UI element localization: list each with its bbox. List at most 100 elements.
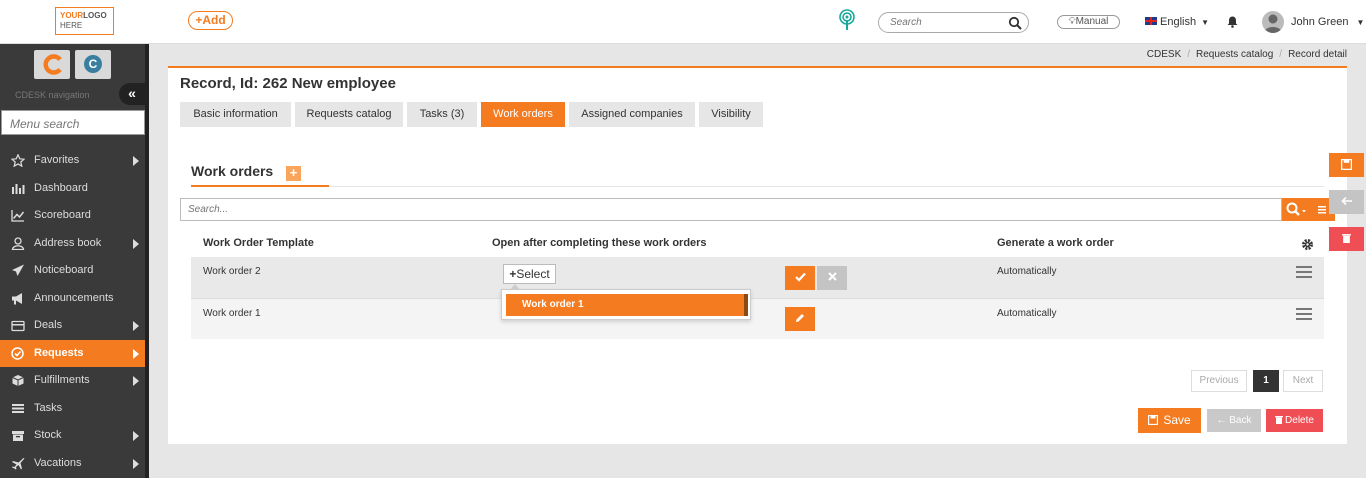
star-icon (10, 153, 26, 168)
bullhorn-icon (11, 292, 25, 305)
check-icon (794, 272, 806, 282)
menu-search-field[interactable] (1, 110, 145, 135)
section-divider (191, 186, 1324, 187)
work-order-template-cell: Work order 1 (203, 308, 261, 319)
trash-icon (1342, 234, 1351, 243)
select-work-orders-button[interactable]: +Select (503, 264, 556, 284)
chevron-right-icon (133, 156, 139, 166)
language-selector[interactable]: English ▼ (1145, 16, 1209, 28)
delete-button[interactable]: Delete (1266, 409, 1323, 432)
bar-chart-icon (11, 182, 25, 195)
user-menu[interactable]: John Green ▼ (1291, 16, 1364, 28)
section-title: Work orders (191, 163, 274, 179)
sidebar-item-requests[interactable]: Requests (0, 339, 145, 367)
tab-tasks[interactable]: Tasks (3) (407, 102, 477, 127)
box-icon (11, 429, 25, 442)
floating-save-button[interactable] (1329, 153, 1364, 177)
confirm-button[interactable] (785, 266, 815, 290)
sidebar-item-deals[interactable]: Deals (0, 312, 145, 339)
table-search-button[interactable] (1282, 198, 1335, 221)
cdesk-blue-app-icon[interactable]: C (75, 50, 111, 79)
language-label: English (1160, 16, 1197, 28)
save-label: Save (1163, 413, 1191, 427)
row-menu-icon[interactable] (1296, 266, 1312, 278)
table-search-input[interactable] (188, 204, 788, 215)
sidebar-item-label: Dashboard (34, 181, 88, 194)
sidebar-item-fulfillments[interactable]: Fulfillments (0, 367, 145, 394)
sidebar-item-favorites[interactable]: Favorites (0, 147, 145, 174)
top-bar: YOURLOGO HERE +Add 💡︎Manual English ▼ Jo… (0, 0, 1366, 44)
sidebar-item-tasks[interactable]: Tasks (0, 395, 145, 422)
floating-back-button[interactable] (1329, 190, 1364, 214)
floppy-icon (1148, 414, 1159, 426)
avatar[interactable] (1262, 11, 1284, 33)
search-icon[interactable] (1008, 16, 1022, 30)
tab-visibility[interactable]: Visibility (699, 102, 763, 127)
manual-button[interactable]: 💡︎Manual (1057, 15, 1120, 29)
tab-work-orders[interactable]: Work orders (481, 102, 565, 127)
uk-flag-icon (1145, 17, 1157, 25)
sidebar-item-announcements[interactable]: Announcements (0, 285, 145, 312)
row-menu-icon[interactable] (1296, 308, 1312, 320)
floating-delete-button[interactable] (1329, 227, 1364, 251)
section-underline (191, 185, 329, 187)
edit-button[interactable] (785, 307, 815, 331)
sidebar-item-dashboard[interactable]: Dashboard (0, 175, 145, 202)
sidebar-item-label: Favorites (34, 154, 80, 166)
column-header-open-after[interactable]: Open after completing these work orders (492, 237, 707, 249)
sidebar-item-vacations[interactable]: Vacations (0, 450, 145, 477)
pagination-next[interactable]: Next (1283, 370, 1323, 392)
tab-assigned-companies[interactable]: Assigned companies (569, 102, 695, 127)
sidebar-item-label: Address book (34, 236, 102, 249)
menu-search-input[interactable] (10, 117, 138, 131)
table-row: Work order 1 Automatically (191, 298, 1324, 339)
pencil-icon (796, 314, 804, 322)
column-header-template[interactable]: Work Order Template (203, 237, 314, 249)
breadcrumb-item-cdesk[interactable]: CDESK (1147, 49, 1181, 60)
sidebar-item-label: Fulfillments (34, 374, 90, 386)
sidebar-item-address-book[interactable]: Address book (0, 230, 145, 257)
user-icon (11, 236, 25, 250)
chevron-right-icon (133, 376, 139, 386)
cancel-button[interactable] (817, 266, 847, 290)
company-logo[interactable]: YOURLOGO HERE (55, 7, 114, 35)
table-search-field[interactable] (180, 198, 1282, 221)
gear-icon[interactable] (1301, 238, 1314, 251)
lightbulb-icon: 💡︎ (1068, 16, 1076, 27)
podcast-icon[interactable] (838, 9, 856, 31)
sidebar-item-noticeboard[interactable]: Noticeboard (0, 257, 145, 284)
cdesk-orange-app-icon[interactable] (34, 50, 70, 79)
collapse-sidebar-button[interactable]: « (119, 83, 145, 105)
back-button[interactable]: ← Back (1207, 409, 1261, 432)
column-header-generate[interactable]: Generate a work order (997, 237, 1114, 249)
sidebar-item-label: Requests (34, 346, 84, 359)
tab-requests-catalog[interactable]: Requests catalog (295, 102, 403, 127)
wallet-icon (11, 319, 25, 332)
sidebar-item-label: Stock (34, 429, 62, 441)
cube-icon (11, 374, 25, 387)
tab-basic-information[interactable]: Basic information (180, 102, 291, 127)
global-search[interactable] (878, 12, 1029, 33)
chevron-right-icon (133, 348, 139, 359)
sidebar-item-stock[interactable]: Stock (0, 422, 145, 449)
breadcrumb-item-requests-catalog[interactable]: Requests catalog (1196, 49, 1273, 60)
global-search-input[interactable] (890, 17, 1000, 28)
pagination-previous[interactable]: Previous (1191, 370, 1247, 392)
floppy-icon (1340, 158, 1353, 171)
sidebar-nav-label: CDESK navigation (15, 90, 90, 100)
dropdown-option-work-order-1[interactable]: Work order 1 (506, 294, 748, 316)
plane-icon (11, 457, 25, 470)
add-work-order-button[interactable]: + (286, 166, 301, 181)
chevron-right-icon (133, 431, 139, 441)
record-card: Record, Id: 262 New employee Basic infor… (168, 66, 1347, 444)
sidebar-item-scoreboard[interactable]: Scoreboard (0, 202, 145, 229)
pagination-page-1[interactable]: 1 (1253, 370, 1279, 392)
bell-icon[interactable] (1227, 16, 1238, 28)
trash-icon (1275, 416, 1284, 424)
save-button[interactable]: Save (1138, 408, 1201, 433)
paper-plane-icon (11, 264, 25, 277)
sidebar: C CDESK navigation « Favorites Dashboard S… (0, 44, 149, 478)
chevron-down-icon: ▼ (1201, 18, 1210, 27)
add-button[interactable]: +Add (188, 11, 233, 30)
select-label: Select (516, 267, 550, 281)
